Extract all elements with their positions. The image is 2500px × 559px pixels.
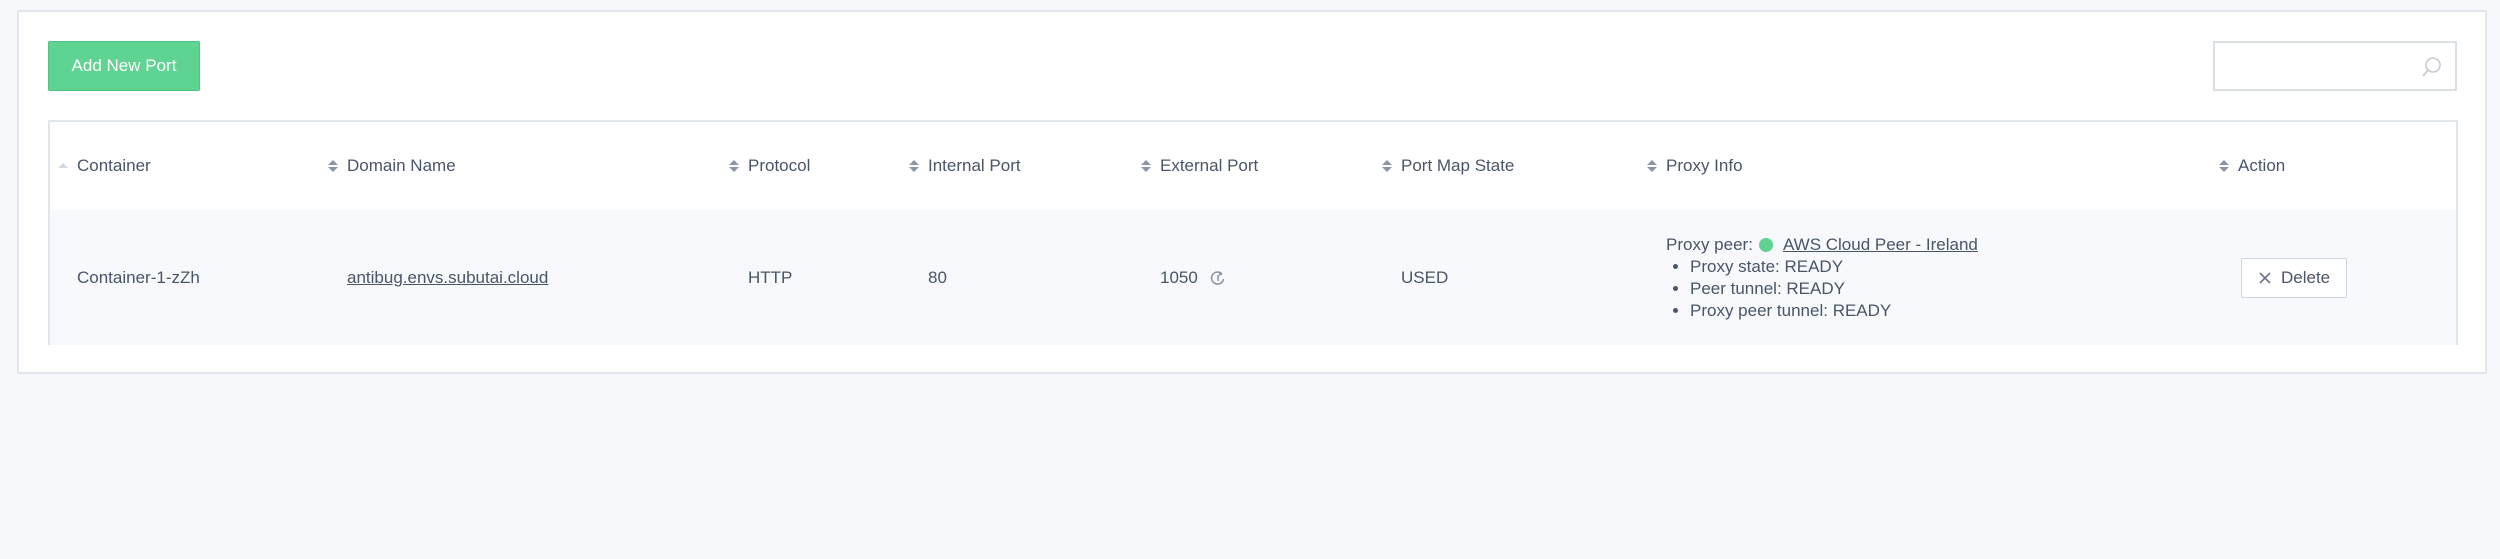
external-port-value: 1050 bbox=[1160, 267, 1198, 287]
protocol-value: HTTP bbox=[748, 267, 793, 287]
add-new-port-button[interactable]: Add New Port bbox=[48, 41, 200, 91]
column-header-protocol[interactable]: Protocol bbox=[728, 122, 810, 210]
sort-asc-icon[interactable] bbox=[57, 158, 69, 174]
column-header-label: Action bbox=[2238, 156, 2286, 175]
column-header-label: Domain Name bbox=[347, 156, 456, 175]
column-header-label: Port Map State bbox=[1401, 156, 1515, 175]
internal-port-value: 80 bbox=[928, 267, 947, 287]
sort-icon[interactable] bbox=[327, 158, 339, 174]
sort-icon[interactable] bbox=[1140, 158, 1152, 174]
cell-state: USED bbox=[1401, 210, 1448, 345]
column-header-label: Proxy Info bbox=[1666, 156, 1743, 175]
cell-domain: antibug.envs.subutai.cloud bbox=[347, 210, 548, 345]
sort-icon[interactable] bbox=[1381, 158, 1393, 174]
ports-table: Container Domain Name Protocol Internal … bbox=[48, 120, 2458, 345]
column-header-label: Protocol bbox=[748, 156, 811, 175]
sort-icon[interactable] bbox=[1646, 158, 1658, 174]
list-item: Peer tunnel: READY bbox=[1690, 278, 1978, 300]
list-item: Proxy state: READY bbox=[1690, 256, 1978, 278]
port-map-state-value: USED bbox=[1401, 267, 1449, 287]
column-header-label: Internal Port bbox=[928, 156, 1021, 175]
search-input[interactable] bbox=[2225, 43, 2429, 89]
delete-button-label: Delete bbox=[2281, 267, 2331, 287]
sort-icon[interactable] bbox=[908, 158, 920, 174]
cell-internal-port: 80 bbox=[928, 210, 947, 345]
container-name: Container-1-zZh bbox=[77, 267, 200, 287]
sort-icon[interactable] bbox=[728, 158, 740, 174]
list-item: Proxy peer tunnel: READY bbox=[1690, 300, 1978, 322]
close-icon bbox=[2259, 271, 2271, 284]
proxy-details-list: Proxy state: READY Peer tunnel: READY Pr… bbox=[1666, 256, 1978, 322]
column-header-internal-port[interactable]: Internal Port bbox=[908, 122, 1021, 210]
cell-protocol: HTTP bbox=[748, 210, 792, 345]
search-icon[interactable] bbox=[2421, 56, 2443, 78]
refresh-icon[interactable] bbox=[1210, 270, 1226, 286]
column-header-proxy-info[interactable]: Proxy Info bbox=[1646, 122, 1743, 210]
proxy-peer-link[interactable]: AWS Cloud Peer - Ireland bbox=[1783, 234, 1978, 256]
search-box[interactable] bbox=[2213, 41, 2457, 91]
sort-icon[interactable] bbox=[2218, 158, 2230, 174]
column-header-external-port[interactable]: External Port bbox=[1140, 122, 1258, 210]
column-header-label: Container bbox=[77, 156, 151, 175]
proxy-peer-label: Proxy peer: bbox=[1666, 234, 1753, 254]
column-header-domain-name[interactable]: Domain Name bbox=[327, 122, 456, 210]
cell-container: Container-1-zZh bbox=[77, 210, 200, 345]
column-header-action[interactable]: Action bbox=[2218, 122, 2285, 210]
status-dot-icon bbox=[1758, 237, 1773, 252]
table-row: Container-1-zZh antibug.envs.subutai.clo… bbox=[50, 210, 2456, 345]
table-header: Container Domain Name Protocol Internal … bbox=[50, 122, 2456, 210]
cell-proxy-info: Proxy peer: AWS Cloud Peer - Ireland Pro… bbox=[1666, 210, 1978, 345]
column-header-container[interactable]: Container bbox=[57, 122, 151, 210]
delete-button[interactable]: Delete bbox=[2241, 257, 2348, 298]
column-header-port-map-state[interactable]: Port Map State bbox=[1381, 122, 1514, 210]
proxy-peer-line: Proxy peer: AWS Cloud Peer - Ireland bbox=[1666, 234, 1978, 256]
domain-link[interactable]: antibug.envs.subutai.cloud bbox=[347, 268, 548, 288]
column-header-label: External Port bbox=[1160, 156, 1259, 175]
cell-external-port: 1050 bbox=[1160, 210, 1226, 345]
